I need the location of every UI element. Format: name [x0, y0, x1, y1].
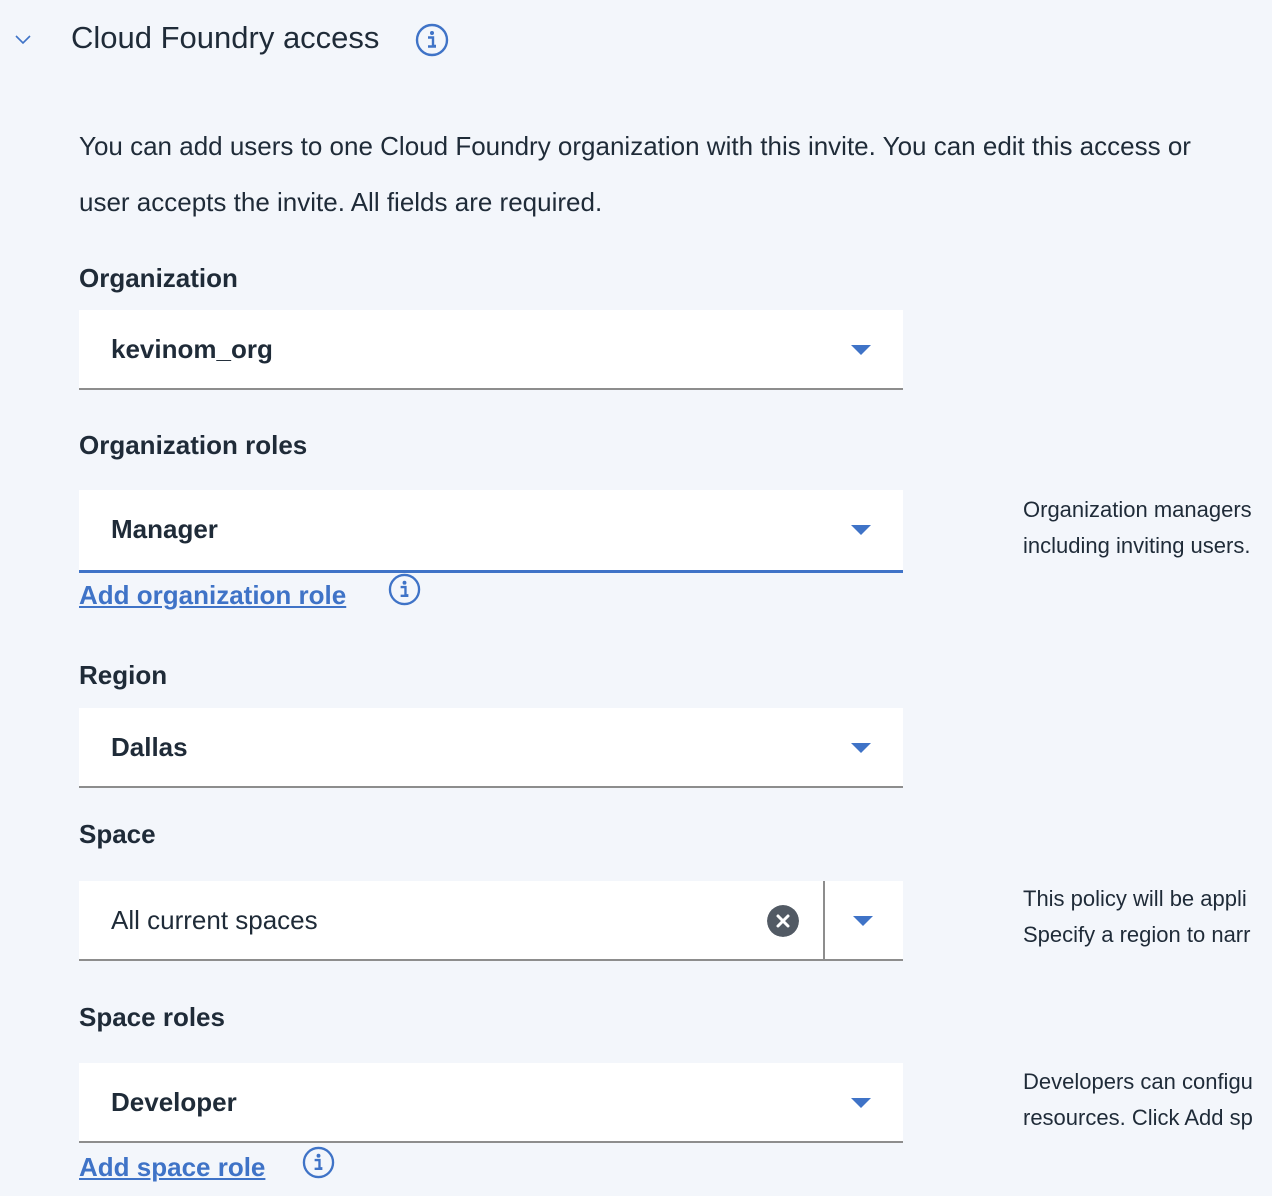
help-line: including inviting users. [1023, 533, 1251, 558]
help-line: This policy will be appli [1023, 886, 1247, 911]
organization-select[interactable]: kevinom_org [79, 310, 903, 390]
caret-down-icon [851, 345, 871, 355]
info-icon[interactable] [388, 573, 421, 606]
space-select[interactable]: All current spaces [79, 881, 903, 961]
organization-roles-help: Organization managers including inviting… [1023, 492, 1272, 564]
space-value: All current spaces [111, 905, 318, 935]
region-select[interactable]: Dallas [79, 708, 903, 788]
section-title: Cloud Foundry access [71, 20, 380, 55]
space-roles-select[interactable]: Developer [79, 1063, 903, 1143]
add-organization-role-link[interactable]: Add organization role [79, 579, 346, 611]
space-label: Space [79, 819, 156, 849]
help-line: Organization managers [1023, 497, 1252, 522]
help-line: resources. Click Add sp [1023, 1105, 1253, 1130]
help-line: Developers can configu [1023, 1069, 1253, 1094]
space-roles-label: Space roles [79, 1002, 225, 1032]
organization-label: Organization [79, 263, 238, 293]
space-help: This policy will be appli Specify a regi… [1023, 881, 1272, 953]
info-icon[interactable] [415, 23, 449, 57]
caret-down-icon [851, 743, 871, 753]
region-value: Dallas [111, 732, 188, 762]
description-line: You can add users to one Cloud Foundry o… [79, 131, 1191, 161]
space-roles-value: Developer [111, 1087, 237, 1117]
organization-roles-label: Organization roles [79, 430, 308, 460]
info-icon[interactable] [302, 1146, 335, 1179]
space-roles-help: Developers can configu resources. Click … [1023, 1064, 1272, 1136]
chevron-down-icon[interactable] [12, 28, 34, 50]
help-line: Specify a region to narr [1023, 922, 1251, 947]
caret-down-icon[interactable] [853, 916, 873, 926]
organization-roles-value: Manager [111, 514, 218, 544]
organization-value: kevinom_org [111, 334, 273, 364]
organization-roles-select[interactable]: Manager [79, 490, 903, 573]
divider [823, 881, 825, 961]
caret-down-icon [851, 1098, 871, 1108]
description-line: user accepts the invite. All fields are … [79, 187, 603, 217]
add-space-role-link[interactable]: Add space role [79, 1151, 265, 1183]
region-label: Region [79, 660, 168, 690]
section-description: You can add users to one Cloud Foundry o… [79, 118, 1272, 230]
clear-icon[interactable] [767, 905, 799, 937]
caret-down-icon [851, 525, 871, 535]
